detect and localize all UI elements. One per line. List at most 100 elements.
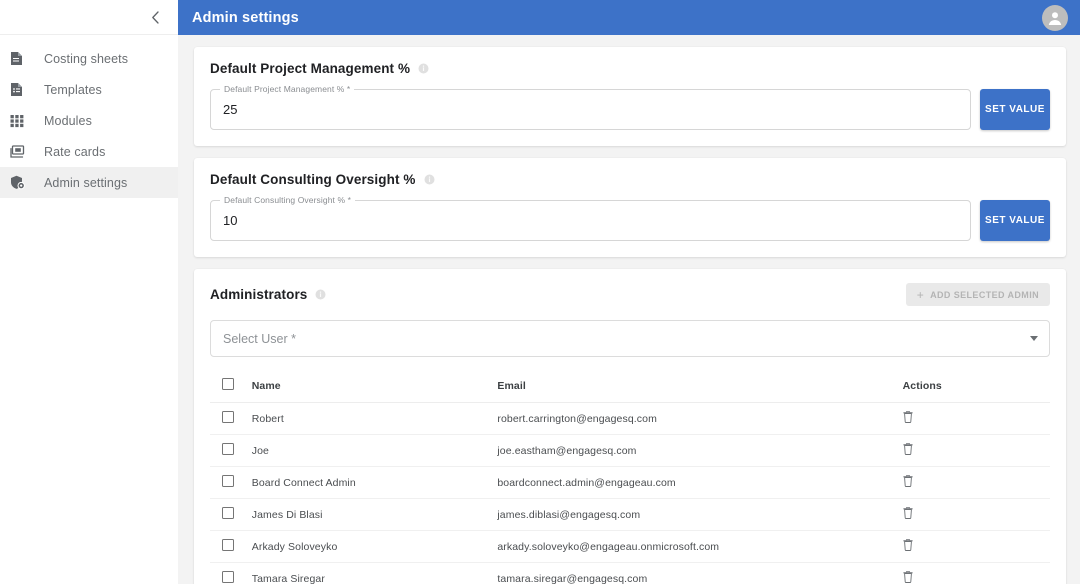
row-email: boardconnect.admin@engageau.com bbox=[497, 467, 902, 499]
sidebar-item-label: Modules bbox=[44, 114, 92, 128]
row-name: Arkady Soloveyko bbox=[252, 531, 498, 563]
delete-icon[interactable] bbox=[903, 411, 913, 426]
sidebar: Costing sheets Templates bbox=[0, 0, 178, 584]
select-all-checkbox[interactable] bbox=[222, 378, 234, 390]
field-row: Default Consulting Oversight % * SET VAL… bbox=[210, 200, 1050, 241]
consulting-oversight-input[interactable] bbox=[211, 201, 970, 240]
template-icon bbox=[10, 81, 32, 99]
row-checkbox[interactable] bbox=[222, 507, 234, 519]
section-title: Administrators bbox=[210, 287, 307, 302]
row-checkbox[interactable] bbox=[222, 411, 234, 423]
topbar: Admin settings bbox=[178, 0, 1080, 35]
row-email: joe.eastham@engagesq.com bbox=[497, 435, 902, 467]
chevron-left-icon[interactable] bbox=[145, 7, 165, 27]
row-checkbox[interactable] bbox=[222, 475, 234, 487]
field-label: Default Consulting Oversight % * bbox=[220, 195, 355, 205]
app-root: Costing sheets Templates bbox=[0, 0, 1080, 584]
column-header-email: Email bbox=[497, 371, 902, 403]
add-selected-admin-label: ADD SELECTED ADMIN bbox=[930, 290, 1039, 300]
card-administrators: Administrators + ADD SELECTED ADMIN bbox=[194, 269, 1066, 584]
table-header-row: Name Email Actions bbox=[210, 371, 1050, 403]
delete-icon[interactable] bbox=[903, 475, 913, 490]
table-head: Name Email Actions bbox=[210, 371, 1050, 403]
sidebar-item-label: Rate cards bbox=[44, 145, 105, 159]
row-actions bbox=[903, 531, 1050, 563]
row-actions bbox=[903, 435, 1050, 467]
add-selected-admin-button[interactable]: + ADD SELECTED ADMIN bbox=[906, 283, 1050, 306]
sidebar-item-admin-settings[interactable]: Admin settings bbox=[0, 167, 178, 198]
row-select-cell bbox=[210, 435, 252, 467]
sidebar-item-rate-cards[interactable]: Rate cards bbox=[0, 136, 178, 167]
row-select-cell bbox=[210, 499, 252, 531]
delete-icon[interactable] bbox=[903, 571, 913, 584]
table-row[interactable]: Joe joe.eastham@engagesq.com bbox=[210, 435, 1050, 467]
row-name: Robert bbox=[252, 403, 498, 435]
grid-icon bbox=[10, 112, 32, 130]
sidebar-item-costing-sheets[interactable]: Costing sheets bbox=[0, 43, 178, 74]
row-name: James Di Blasi bbox=[252, 499, 498, 531]
section-title: Default Consulting Oversight % bbox=[210, 172, 416, 187]
delete-icon[interactable] bbox=[903, 507, 913, 522]
sidebar-item-label: Admin settings bbox=[44, 176, 127, 190]
sidebar-item-label: Templates bbox=[44, 83, 102, 97]
info-icon[interactable] bbox=[418, 63, 429, 74]
row-select-cell bbox=[210, 531, 252, 563]
select-user-label: Select User * bbox=[223, 332, 296, 346]
content-scroll: Default Project Management % Default Pro… bbox=[178, 35, 1080, 584]
row-checkbox[interactable] bbox=[222, 443, 234, 455]
row-select-cell bbox=[210, 403, 252, 435]
shield-settings-icon bbox=[10, 174, 32, 192]
field-label: Default Project Management % * bbox=[220, 84, 354, 94]
row-actions bbox=[903, 499, 1050, 531]
administrators-table: Name Email Actions Robert robert.carring… bbox=[210, 371, 1050, 584]
sidebar-item-label: Costing sheets bbox=[44, 52, 128, 66]
row-name: Tamara Siregar bbox=[252, 563, 498, 584]
table-row[interactable]: Board Connect Admin boardconnect.admin@e… bbox=[210, 467, 1050, 499]
row-actions bbox=[903, 403, 1050, 435]
set-value-button-project-management[interactable]: SET VALUE bbox=[980, 89, 1050, 130]
row-name: Board Connect Admin bbox=[252, 467, 498, 499]
table-row[interactable]: James Di Blasi james.diblasi@engagesq.co… bbox=[210, 499, 1050, 531]
section-title: Default Project Management % bbox=[210, 61, 410, 76]
sidebar-header bbox=[0, 0, 178, 35]
card-header: Administrators + ADD SELECTED ADMIN bbox=[210, 283, 1050, 306]
sidebar-item-templates[interactable]: Templates bbox=[0, 74, 178, 105]
info-icon[interactable] bbox=[315, 289, 326, 300]
cards-icon bbox=[10, 143, 32, 161]
row-email: robert.carrington@engagesq.com bbox=[497, 403, 902, 435]
delete-icon[interactable] bbox=[903, 443, 913, 458]
sidebar-item-modules[interactable]: Modules bbox=[0, 105, 178, 136]
set-value-button-consulting-oversight[interactable]: SET VALUE bbox=[980, 200, 1050, 241]
sidebar-nav: Costing sheets Templates bbox=[0, 35, 178, 198]
row-select-cell bbox=[210, 467, 252, 499]
row-name: Joe bbox=[252, 435, 498, 467]
card-header: Default Consulting Oversight % bbox=[210, 172, 1050, 187]
info-icon[interactable] bbox=[424, 174, 435, 185]
document-icon bbox=[10, 50, 32, 68]
select-user-dropdown[interactable]: Select User * bbox=[210, 320, 1050, 357]
administrators-title-group: Administrators bbox=[210, 287, 326, 302]
select-all-header bbox=[210, 371, 252, 403]
table-row[interactable]: Robert robert.carrington@engagesq.com bbox=[210, 403, 1050, 435]
row-email: tamara.siregar@engagesq.com bbox=[497, 563, 902, 584]
table-body: Robert robert.carrington@engagesq.com Jo… bbox=[210, 403, 1050, 584]
row-checkbox[interactable] bbox=[222, 571, 234, 583]
column-header-name: Name bbox=[252, 371, 498, 403]
delete-icon[interactable] bbox=[903, 539, 913, 554]
row-email: arkady.soloveyko@engageau.onmicrosoft.co… bbox=[497, 531, 902, 563]
row-checkbox[interactable] bbox=[222, 539, 234, 551]
account-circle-icon[interactable] bbox=[1042, 5, 1068, 31]
page-title: Admin settings bbox=[192, 10, 299, 26]
chevron-down-icon bbox=[1030, 336, 1038, 341]
card-header: Default Project Management % bbox=[210, 61, 1050, 76]
project-management-field[interactable]: Default Project Management % * bbox=[210, 89, 971, 130]
project-management-input[interactable] bbox=[211, 90, 970, 129]
consulting-oversight-field[interactable]: Default Consulting Oversight % * bbox=[210, 200, 971, 241]
table-row[interactable]: Arkady Soloveyko arkady.soloveyko@engage… bbox=[210, 531, 1050, 563]
row-actions bbox=[903, 563, 1050, 584]
table-row[interactable]: Tamara Siregar tamara.siregar@engagesq.c… bbox=[210, 563, 1050, 584]
field-row: Default Project Management % * SET VALUE bbox=[210, 89, 1050, 130]
plus-icon: + bbox=[917, 289, 924, 301]
row-select-cell bbox=[210, 563, 252, 584]
card-default-project-management: Default Project Management % Default Pro… bbox=[194, 47, 1066, 146]
